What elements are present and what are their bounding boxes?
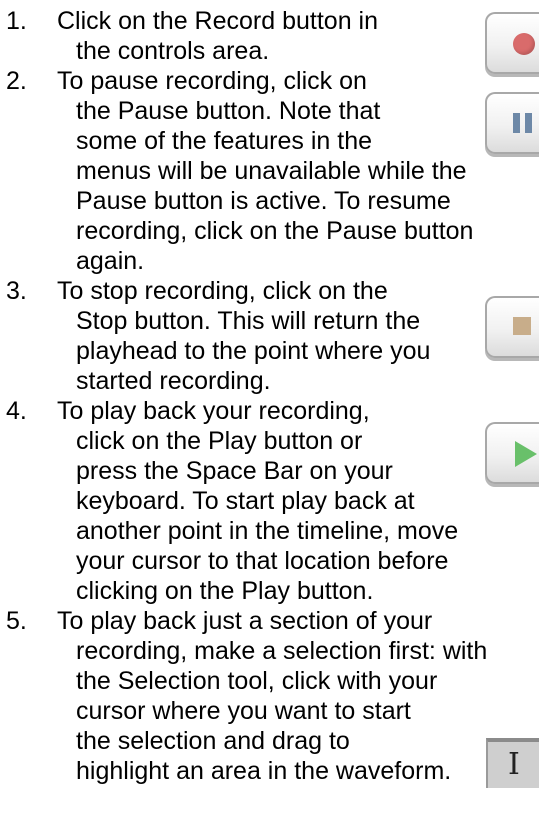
step-text: cursor where you want to start	[76, 697, 411, 725]
step-number: 1.	[6, 7, 27, 35]
selection-tool-button[interactable]: I	[486, 738, 539, 788]
step-text: the controls area.	[76, 37, 270, 65]
step-text: keyboard. To start play back at	[76, 487, 415, 515]
step-text: the Pause button. Note that	[76, 97, 381, 125]
stop-icon	[513, 317, 531, 335]
play-icon	[515, 441, 537, 467]
step-text: clicking on the Play button.	[76, 577, 374, 605]
step-text: Pause button is active. To resume	[76, 187, 451, 215]
step-text: playhead to the point where you	[76, 337, 431, 365]
step-text: Click on the Record button in	[57, 7, 379, 35]
step-text: To stop recording, click on the	[57, 277, 388, 305]
step-text: To play back your recording,	[57, 397, 370, 425]
step-text: another point in the timeline, move	[76, 517, 459, 545]
step-text: the Selection tool, click with your	[76, 667, 438, 695]
record-button[interactable]	[485, 12, 539, 74]
step-text: To pause recording, click on	[57, 67, 367, 95]
step-number: 3.	[6, 277, 27, 305]
step-text: the selection and drag to	[76, 727, 350, 755]
step-text: recording, make a selection first: with	[76, 637, 488, 665]
step-text: To play back just a section of your	[57, 607, 433, 635]
step-number: 5.	[6, 607, 27, 635]
selection-tool-icon: I	[508, 747, 520, 782]
step-text: menus will be unavailable while the	[76, 157, 467, 185]
step-text: recording, click on the Pause button	[76, 217, 474, 245]
stop-button[interactable]	[485, 296, 539, 358]
step-text: your cursor to that location before	[76, 547, 449, 575]
step-number: 4.	[6, 397, 27, 425]
step-text: some of the features in the	[76, 127, 373, 155]
step-text: again.	[76, 247, 145, 275]
step-text: Stop button. This will return the	[76, 307, 421, 335]
step-text: highlight an area in the waveform.	[76, 757, 452, 785]
step-number: 2.	[6, 67, 27, 95]
step-text: press the Space Bar on your	[76, 457, 393, 485]
step-text: started recording.	[76, 367, 271, 395]
record-icon	[513, 33, 535, 55]
pause-icon	[513, 113, 533, 133]
pause-button[interactable]	[485, 92, 539, 154]
step-text: click on the Play button or	[76, 427, 363, 455]
play-button[interactable]	[485, 422, 539, 484]
